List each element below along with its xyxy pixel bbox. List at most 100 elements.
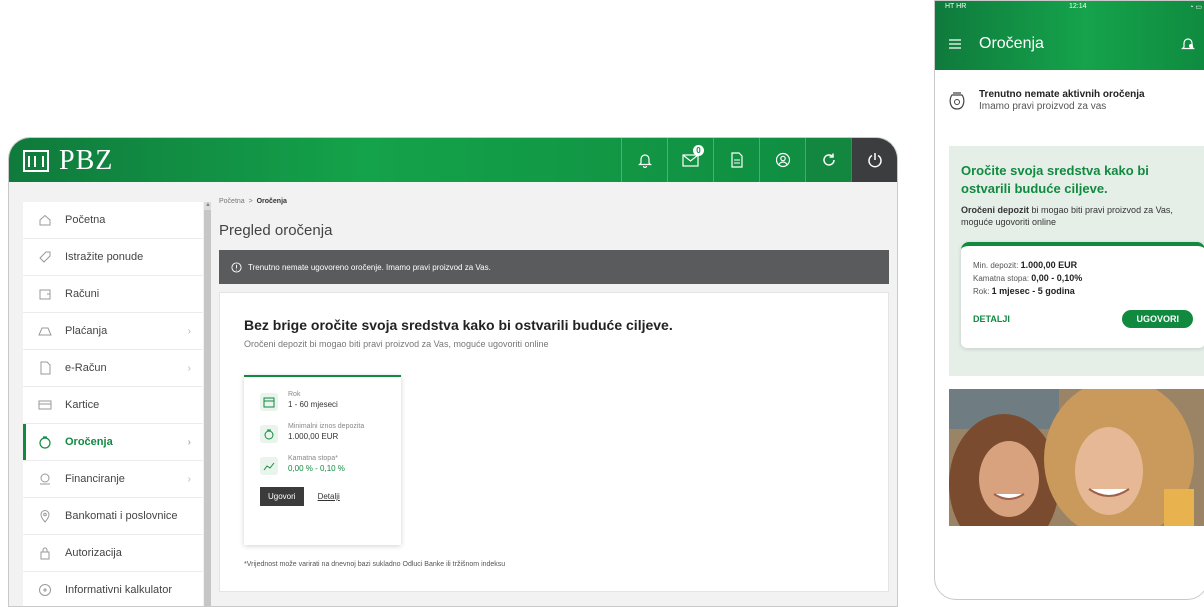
interest-rate-label: Kamatna stopa* (288, 455, 338, 462)
scroll-up-icon[interactable]: ▲ (205, 202, 211, 208)
ebill-icon (37, 360, 53, 376)
sidebar-item-financiranje[interactable]: Financiranje › (23, 461, 203, 498)
deposit-icon (37, 434, 53, 450)
empty-state-subtitle: Imamo pravi proizvod za vas (979, 101, 1107, 112)
sidebar-item-label: Informativni kalkulator (65, 584, 172, 596)
chevron-right-icon: › (187, 325, 191, 337)
sidebar-item-label: Oročenja (65, 436, 113, 448)
sidebar-item-placanja[interactable]: Plaćanja › (23, 313, 203, 350)
term-label: Rok: (973, 287, 992, 296)
scrollbar-thumb[interactable] (204, 210, 211, 606)
sidebar-item-racuni[interactable]: Računi (23, 276, 203, 313)
bell-icon[interactable] (621, 138, 667, 182)
calendar-icon (260, 393, 278, 411)
mobile-page-title: Oročenja (979, 35, 1044, 52)
ugovori-button[interactable]: UGOVORI (1122, 310, 1193, 328)
deposit-offer-tile: Rok 1 - 60 mjeseci Minimalni iznos depoz… (244, 375, 401, 545)
mail-icon[interactable]: 0 (667, 138, 713, 182)
promo-photo (949, 389, 1204, 526)
empty-state-title: Trenutno nemate aktivnih oročenja (979, 89, 1145, 100)
top-navigation-bar: PBZ 0 (9, 138, 897, 182)
sidebar-item-bankomati[interactable]: Bankomati i poslovnice (23, 498, 203, 535)
sidebar-item-kartice[interactable]: Kartice (23, 387, 203, 424)
sidebar-item-istrazite-ponude[interactable]: Istražite ponude (23, 239, 203, 276)
term-value: 1 - 60 mjeseci (288, 400, 338, 409)
sidebar-item-label: Autorizacija (65, 547, 122, 559)
breadcrumb: Početna > Oročenja (219, 198, 889, 205)
finance-icon (37, 471, 53, 487)
promo-bold-lead: Oročeni depozit (961, 205, 1030, 215)
ugovori-button[interactable]: Ugovori (260, 487, 304, 506)
status-bar: HT HR 12:14 ◔ ▭ (945, 3, 1202, 15)
detalji-link[interactable]: Detalji (318, 492, 340, 501)
sidebar-item-label: Računi (65, 288, 100, 300)
document-icon[interactable] (713, 138, 759, 182)
sidebar-item-pocetna[interactable]: Početna (23, 202, 203, 239)
deposit-jar-icon (949, 92, 965, 110)
power-icon[interactable] (851, 138, 897, 182)
logo-text: PBZ (59, 145, 114, 176)
deposit-bag-icon (260, 425, 278, 443)
chevron-right-icon: › (187, 473, 191, 485)
sidebar-item-label: Bankomati i poslovnice (65, 510, 178, 522)
sidebar-item-label: Kartice (65, 399, 100, 411)
sidebar-item-e-racun[interactable]: e-Račun › (23, 350, 203, 387)
hamburger-menu-icon[interactable] (949, 39, 961, 49)
desktop-app-window: PBZ 0 Početna Istražite ponude Računi Pl… (8, 137, 898, 607)
sidebar-item-label: Plaćanja (65, 325, 108, 337)
status-time: 12:14 (1068, 3, 1087, 10)
user-circle-icon[interactable] (759, 138, 805, 182)
payment-icon (37, 323, 53, 339)
breadcrumb-separator: > (248, 198, 253, 205)
sidebar-item-label: e-Račun (65, 362, 107, 374)
card-headline: Bez brige oročite svoja sredstva kako bi… (244, 317, 673, 333)
chart-trend-icon (260, 457, 278, 475)
main-content: Početna > Oročenja Pregled oročenja Tren… (219, 198, 889, 592)
sidebar-item-label: Financiranje (65, 473, 125, 485)
chevron-right-icon: › (187, 436, 191, 448)
term-value: 1 mjesec - 5 godina (991, 286, 1075, 296)
rate-footnote: *Vrijednost može varirati na dnevnoj baz… (244, 561, 506, 568)
interest-rate-row: Kamatna stopa: 0,00 - 0,10% (973, 273, 1193, 283)
alert-text: Trenutno nemate ugovoreno oročenje. Imam… (248, 262, 491, 272)
wallet-icon (37, 286, 53, 302)
min-deposit-label: Minimalni iznos depozita (288, 423, 365, 430)
breadcrumb-home[interactable]: Početna (219, 198, 245, 205)
empty-state: Trenutno nemate aktivnih oročenja Imamo … (947, 89, 1145, 113)
min-deposit-value: 1.000,00 EUR (1020, 260, 1078, 270)
home-icon (37, 212, 53, 228)
mobile-app-screen: HT HR 12:14 ◔ ▭ Oročenja Trenutno nemate… (934, 0, 1204, 600)
logo-icon (23, 150, 49, 172)
offer-rate-row: Kamatna stopa* 0,00 % - 0,10 % (260, 455, 385, 475)
chevron-right-icon: › (187, 362, 191, 374)
interest-rate-label: Kamatna stopa: (973, 274, 1032, 283)
offer-actions: Ugovori Detalji (260, 487, 385, 506)
interest-rate-value: 0,00 - 0,10% (1031, 273, 1083, 283)
promo-text: Oročeni depozit bi mogao biti pravi proi… (961, 204, 1193, 228)
top-icon-group: 0 (621, 138, 897, 182)
page-title: Pregled oročenja (219, 222, 333, 239)
term-row: Rok: 1 mjesec - 5 godina (973, 286, 1193, 296)
mail-count-badge: 0 (693, 145, 704, 156)
min-deposit-label: Min. depozit: (973, 261, 1021, 270)
deposit-promo-card: Bez brige oročite svoja sredstva kako bi… (219, 292, 889, 592)
mobile-header: HT HR 12:14 ◔ ▭ Oročenja (935, 1, 1204, 70)
sidebar-scrollbar[interactable]: ▲ (204, 202, 211, 606)
bell-icon[interactable] (1180, 36, 1196, 52)
sidebar-item-label: Istražite ponude (65, 251, 144, 263)
detalji-link[interactable]: DETALJI (973, 314, 1010, 324)
tag-icon (37, 249, 53, 265)
card-subtitle: Oročeni depozit bi mogao biti pravi proi… (244, 339, 549, 349)
term-label: Rok (288, 391, 301, 398)
lock-icon (37, 545, 53, 561)
battery-icon: ◔ ▭ (1189, 4, 1202, 11)
sidebar-item-autorizacija[interactable]: Autorizacija (23, 535, 203, 572)
interest-rate-value: 0,00 % - 0,10 % (288, 464, 345, 473)
sidebar-item-label: Početna (65, 214, 106, 226)
min-deposit-row: Min. depozit: 1.000,00 EUR (973, 260, 1193, 270)
sidebar-item-kalkulator[interactable]: Informativni kalkulator (23, 572, 203, 606)
offer-term-row: Rok 1 - 60 mjeseci (260, 391, 385, 411)
sidebar-item-orocenja[interactable]: Oročenja › (23, 424, 203, 461)
refresh-icon[interactable] (805, 138, 851, 182)
pbz-logo[interactable]: PBZ (23, 145, 113, 177)
